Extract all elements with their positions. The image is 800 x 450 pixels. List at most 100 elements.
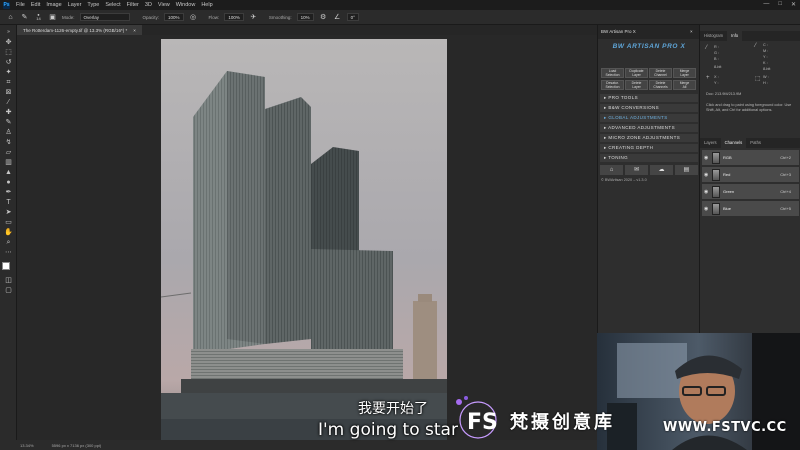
healing-brush-tool-icon[interactable]: ✚ xyxy=(4,109,13,117)
eye-icon[interactable]: ◉ xyxy=(704,189,709,195)
brush-settings-icon[interactable]: ▣ xyxy=(48,13,57,22)
screen-mode-icon[interactable]: ▢ xyxy=(4,287,13,295)
plugin-tab-close-icon[interactable]: × xyxy=(690,29,693,34)
menu-view[interactable]: View xyxy=(158,2,170,8)
quick-mask-icon[interactable]: ◫ xyxy=(4,277,13,285)
menu-window[interactable]: Window xyxy=(176,2,196,8)
home-icon[interactable]: ⌂ xyxy=(6,13,15,22)
brush-tool-icon[interactable]: ✎ xyxy=(20,13,29,22)
minimize-button[interactable]: — xyxy=(763,1,769,8)
toolbar-collapse-icon[interactable]: » xyxy=(4,28,13,36)
mode-select[interactable]: Overlay xyxy=(79,13,130,21)
document-photo[interactable] xyxy=(161,39,447,440)
delete-channel-button[interactable]: Delete Channel xyxy=(649,68,672,78)
mail-icon[interactable]: ✉ xyxy=(625,165,648,175)
canvas-area[interactable] xyxy=(17,35,597,440)
menu-select[interactable]: Select xyxy=(105,2,120,8)
smoothing-settings-gear-icon[interactable]: ⚙ xyxy=(319,13,328,22)
section-global-adjustments[interactable]: ▸ GLOBAL ADJUSTMENTS xyxy=(600,114,698,122)
document-tab[interactable]: The Rotterdam-1126-empty.tif @ 13.3% (RG… xyxy=(17,25,142,35)
home-icon[interactable]: ⌂ xyxy=(600,165,623,175)
menu-edit[interactable]: Edit xyxy=(31,2,40,8)
gradient-tool-icon[interactable]: ▥ xyxy=(4,159,13,167)
channel-row[interactable]: ◉ Blue Ctrl+5 xyxy=(702,201,799,217)
eye-icon[interactable]: ◉ xyxy=(704,172,709,178)
delete-layer-button[interactable]: Delete Layer xyxy=(625,80,648,90)
opacity-field[interactable]: 100% xyxy=(164,13,184,21)
history-brush-tool-icon[interactable]: ↯ xyxy=(4,139,13,147)
clone-stamp-tool-icon[interactable]: ♙ xyxy=(4,129,13,137)
channel-row[interactable]: ◉ RGB Ctrl+2 xyxy=(702,150,799,166)
section-bw-conversions[interactable]: ▸ B&W CONVERSIONS xyxy=(600,104,698,112)
menu-help[interactable]: Help xyxy=(201,2,212,8)
angle-icon[interactable]: ∠ xyxy=(333,13,342,22)
channel-thumbnail xyxy=(712,168,720,181)
load-selection-button[interactable]: Load Selection xyxy=(601,68,624,78)
cloud-upload-icon[interactable]: ☁ xyxy=(650,165,673,175)
info-x-label: X : xyxy=(714,75,719,79)
info-w-label: W : xyxy=(763,75,769,79)
rectangle-tool-icon[interactable]: ▭ xyxy=(4,219,13,227)
pen-tool-icon[interactable]: ✒ xyxy=(4,189,13,197)
eyedropper-tool-icon[interactable]: ⁄ xyxy=(4,99,13,107)
angle-field[interactable]: 0° xyxy=(346,13,359,21)
merge-all-button[interactable]: Merge All xyxy=(673,80,696,90)
menu-type[interactable]: Type xyxy=(87,2,99,8)
section-toning[interactable]: ▸ TONING xyxy=(600,154,698,162)
foreground-color-swatch[interactable] xyxy=(2,262,10,270)
quick-select-tool-icon[interactable]: ✦ xyxy=(4,69,13,77)
window-controls: — □ ✕ xyxy=(763,1,796,8)
channel-thumbnail xyxy=(712,185,720,198)
menu-layer[interactable]: Layer xyxy=(68,2,82,8)
eraser-tool-icon[interactable]: ▱ xyxy=(4,149,13,157)
close-window-button[interactable]: ✕ xyxy=(791,1,796,8)
menu-filter[interactable]: Filter xyxy=(127,2,139,8)
book-icon[interactable]: ▤ xyxy=(675,165,698,175)
type-tool-icon[interactable]: T xyxy=(4,199,13,207)
hand-tool-icon[interactable]: ✋ xyxy=(4,229,13,237)
eye-icon[interactable]: ◉ xyxy=(704,155,709,161)
eye-icon[interactable]: ◉ xyxy=(704,206,709,212)
menu-3d[interactable]: 3D xyxy=(145,2,152,8)
smoothing-field[interactable]: 10% xyxy=(296,13,314,21)
delete-channels-button[interactable]: Delete Channels xyxy=(649,80,672,90)
airbrush-icon[interactable]: ✈ xyxy=(249,13,258,22)
tab-histogram[interactable]: Histogram xyxy=(700,31,727,41)
dodge-tool-icon[interactable]: ● xyxy=(4,179,13,187)
flow-field[interactable]: 100% xyxy=(224,13,244,21)
pressure-opacity-icon[interactable]: ◎ xyxy=(189,13,198,22)
duplicate-layer-button[interactable]: Duplicate Layer xyxy=(625,68,648,78)
marquee-tool-icon[interactable]: ⬚ xyxy=(4,49,13,57)
maximize-button[interactable]: □ xyxy=(778,1,782,8)
crop-tool-icon[interactable]: ⌗ xyxy=(4,79,13,87)
menu-file[interactable]: File xyxy=(16,2,25,8)
path-selection-tool-icon[interactable]: ➤ xyxy=(4,209,13,217)
edit-toolbar-icon[interactable]: ⋯ xyxy=(4,249,13,257)
merge-layer-button[interactable]: Merge Layer xyxy=(673,68,696,78)
section-micro-zone-adjustments[interactable]: ▸ MICRO ZONE ADJUSTMENTS xyxy=(600,134,698,142)
zoom-tool-icon[interactable]: ⌕ xyxy=(4,239,13,247)
tab-paths[interactable]: Paths xyxy=(746,138,765,148)
channel-row[interactable]: ◉ Red Ctrl+3 xyxy=(702,167,799,183)
menu-image[interactable]: Image xyxy=(46,2,61,8)
tab-channels[interactable]: Channels xyxy=(720,138,747,148)
section-advanced-adjustments[interactable]: ▸ ADVANCED ADJUSTMENTS xyxy=(600,124,698,132)
frame-tool-icon[interactable]: ⊠ xyxy=(4,89,13,97)
info-bitdepth-left: 8-bit xyxy=(714,65,722,69)
channel-row[interactable]: ◉ Green Ctrl+4 xyxy=(702,184,799,200)
document-tab-close-icon[interactable]: × xyxy=(133,28,136,33)
tab-layers[interactable]: Layers xyxy=(700,138,721,148)
section-creating-depth[interactable]: ▸ CREATING DEPTH xyxy=(600,144,698,152)
move-tool-icon[interactable]: ✥ xyxy=(4,39,13,47)
desaturate-selection-button[interactable]: Desatur. Selection xyxy=(601,80,624,90)
blur-tool-icon[interactable]: ▲ xyxy=(4,169,13,177)
document-size: 5596 px x 7136 px (300 ppi) xyxy=(51,442,102,448)
brush-tool-icon[interactable]: ✎ xyxy=(4,119,13,127)
zoom-level[interactable]: 13.34% xyxy=(20,443,34,448)
section-pro-tools[interactable]: ▸ PRO TOOLS xyxy=(600,94,698,102)
watermark-url: WWW.FSTVC.CC xyxy=(663,420,787,435)
brush-preset-picker[interactable]: ● 14 xyxy=(34,13,43,22)
lasso-tool-icon[interactable]: ↺ xyxy=(4,59,13,67)
plugin-tab[interactable]: BW Artisan Pro X × xyxy=(598,25,700,39)
tab-info[interactable]: Info xyxy=(727,31,743,41)
